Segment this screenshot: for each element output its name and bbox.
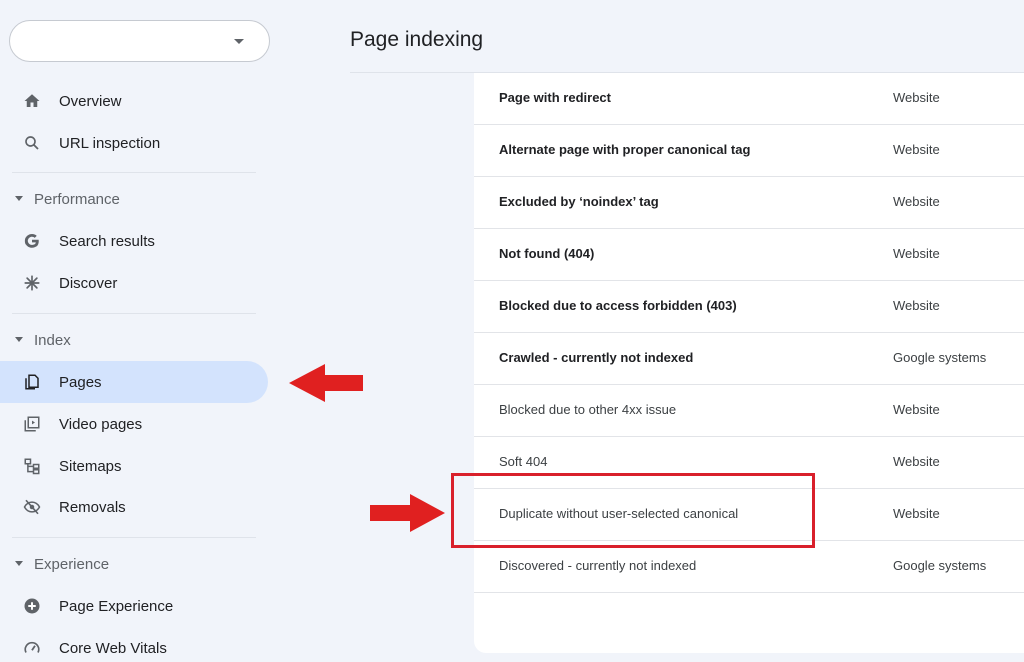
- section-index[interactable]: Index: [0, 325, 268, 355]
- sidebar-item-url-inspection[interactable]: URL inspection: [0, 122, 268, 164]
- row-reason: Crawled - currently not indexed: [499, 350, 694, 365]
- section-label: Index: [34, 331, 71, 349]
- row-source: Google systems: [893, 350, 987, 365]
- sidebar-item-label: URL inspection: [59, 134, 161, 152]
- sidebar-item-label: Search results: [59, 232, 155, 250]
- sidebar-item-label: Overview: [59, 92, 122, 110]
- home-icon: [22, 91, 42, 111]
- table-row[interactable]: Page with redirect Website: [474, 73, 1024, 125]
- video-pages-icon: [22, 414, 42, 434]
- sidebar-item-label: Discover: [59, 274, 118, 292]
- row-source: Website: [893, 402, 940, 417]
- sidebar-divider: [12, 172, 256, 173]
- left-arrow-annotation: [289, 364, 363, 402]
- sidebar-item-removals[interactable]: Removals: [0, 486, 268, 528]
- dropdown-caret-icon: [234, 39, 244, 44]
- row-source: Google systems: [893, 558, 987, 573]
- eye-off-icon: [22, 497, 42, 517]
- row-reason: Blocked due to access forbidden (403): [499, 298, 737, 313]
- table-row[interactable]: Blocked due to access forbidden (403) We…: [474, 281, 1024, 333]
- search-icon: [22, 133, 42, 153]
- row-source: Website: [893, 90, 940, 105]
- table-row[interactable]: Crawled - currently not indexed Google s…: [474, 333, 1024, 385]
- highlight-box: [451, 473, 815, 548]
- sitemap-icon: [22, 456, 42, 476]
- sidebar-item-overview[interactable]: Overview: [0, 80, 268, 122]
- section-label: Experience: [34, 555, 110, 573]
- sidebar-item-video-pages[interactable]: Video pages: [0, 403, 268, 445]
- indexing-reasons-table: Page with redirect Website Alternate pag…: [474, 73, 1024, 653]
- row-reason: Not found (404): [499, 246, 595, 261]
- row-reason: Alternate page with proper canonical tag: [499, 142, 751, 157]
- table-row[interactable]: Discovered - currently not indexed Googl…: [474, 541, 1024, 593]
- row-source: Website: [893, 298, 940, 313]
- row-reason: Soft 404: [499, 454, 548, 469]
- collapse-triangle-icon: [15, 337, 23, 342]
- row-source: Website: [893, 142, 940, 157]
- sidebar-item-label: Sitemaps: [59, 457, 122, 475]
- pages-icon: [22, 372, 42, 392]
- row-reason: Discovered - currently not indexed: [499, 558, 697, 573]
- collapse-triangle-icon: [15, 196, 23, 201]
- sidebar-item-label: Core Web Vitals: [59, 639, 167, 657]
- sidebar-divider: [12, 537, 256, 538]
- right-arrow-annotation: [370, 494, 445, 532]
- sidebar-item-label: Page Experience: [59, 597, 174, 615]
- table-row[interactable]: Blocked due to other 4xx issue Website: [474, 385, 1024, 437]
- sidebar-item-label: Removals: [59, 498, 126, 516]
- collapse-triangle-icon: [15, 561, 23, 566]
- table-row[interactable]: Alternate page with proper canonical tag…: [474, 125, 1024, 177]
- sidebar-item-pages[interactable]: Pages: [0, 361, 268, 403]
- row-reason: Blocked due to other 4xx issue: [499, 402, 677, 417]
- sidebar-item-page-experience[interactable]: Page Experience: [0, 585, 268, 627]
- property-selector[interactable]: [9, 20, 270, 62]
- table-row[interactable]: Not found (404) Website: [474, 229, 1024, 281]
- row-source: Website: [893, 194, 940, 209]
- row-source: Website: [893, 506, 940, 521]
- section-performance[interactable]: Performance: [0, 184, 268, 214]
- section-experience[interactable]: Experience: [0, 549, 268, 579]
- page-title: Page indexing: [350, 28, 484, 51]
- sidebar-item-core-web-vitals[interactable]: Core Web Vitals: [0, 627, 268, 662]
- row-source: Website: [893, 454, 940, 469]
- row-source: Website: [893, 246, 940, 261]
- plus-circle-icon: [22, 596, 42, 616]
- row-reason: Page with redirect: [499, 90, 611, 105]
- sidebar-item-label: Video pages: [59, 415, 143, 433]
- section-label: Performance: [34, 190, 120, 208]
- gauge-icon: [22, 638, 42, 658]
- row-reason: Excluded by ‘noindex’ tag: [499, 194, 659, 209]
- asterisk-icon: [22, 273, 42, 293]
- table-row[interactable]: Excluded by ‘noindex’ tag Website: [474, 177, 1024, 229]
- google-g-icon: [22, 231, 42, 251]
- sidebar-item-search-results[interactable]: Search results: [0, 220, 268, 262]
- sidebar-item-sitemaps[interactable]: Sitemaps: [0, 445, 268, 487]
- sidebar-item-discover[interactable]: Discover: [0, 262, 268, 304]
- sidebar-item-label: Pages: [59, 373, 102, 391]
- sidebar-divider: [12, 313, 256, 314]
- sidebar: Overview URL inspection Performance Sear…: [0, 0, 280, 662]
